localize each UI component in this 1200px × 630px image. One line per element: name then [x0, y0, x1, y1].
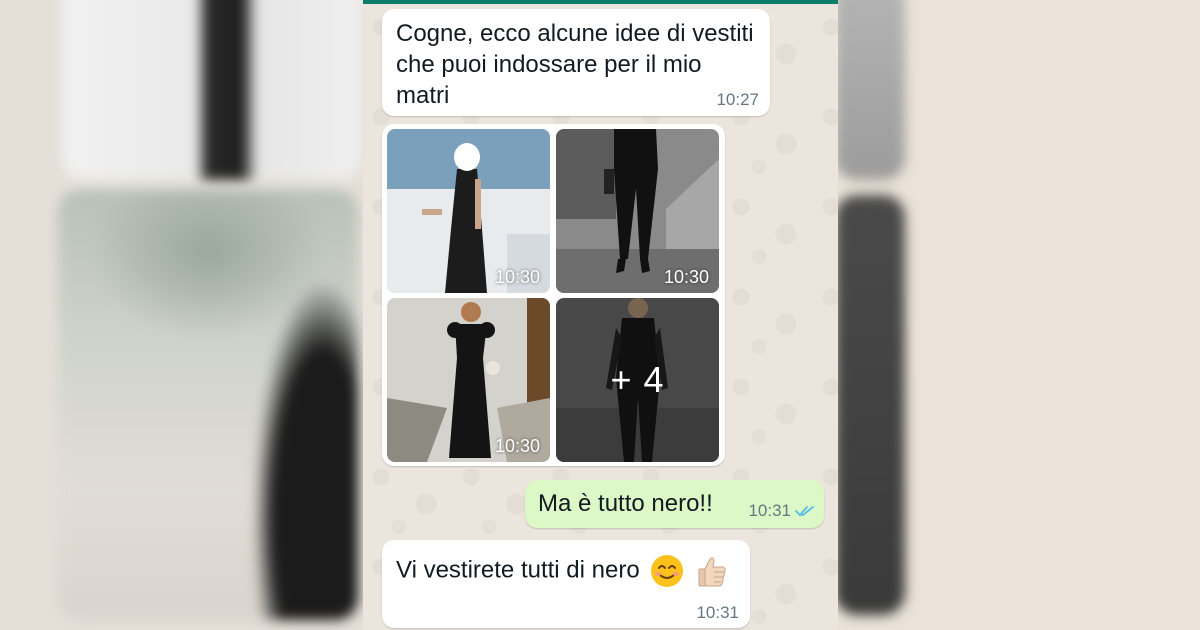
- message-time: 10:31: [748, 501, 791, 520]
- blurred-photo-top-left: [62, 0, 362, 180]
- blurred-photo-left: [58, 190, 358, 620]
- media-time: 10:30: [494, 267, 540, 287]
- read-receipt-double-check-icon: [795, 506, 814, 517]
- incoming-message-bubble[interactable]: Vi vestirete tutti di nero 10:31: [382, 540, 750, 628]
- message-text: Ma è tutto nero!!: [538, 490, 713, 517]
- message-time: 10:31: [696, 603, 739, 622]
- message-text-line: Vi vestirete tutti di nero: [396, 554, 729, 588]
- media-tile-more[interactable]: + 4: [556, 298, 719, 462]
- header-accent-strip: [363, 0, 838, 4]
- more-media-count: + 4: [556, 298, 719, 462]
- thumbs-up-icon: [698, 557, 726, 587]
- message-text: Cogne, ecco alcune idee di vestiti che p…: [396, 20, 754, 109]
- blurred-photo-right: [835, 195, 905, 615]
- incoming-message-bubble[interactable]: Cogne, ecco alcune idee di vestiti che p…: [382, 9, 770, 116]
- outgoing-message-bubble[interactable]: Ma è tutto nero!! 10:31: [525, 480, 824, 528]
- media-time: 10:30: [494, 436, 540, 456]
- media-time: 10:30: [663, 267, 709, 287]
- media-tile-trousers[interactable]: 10:30: [556, 129, 719, 293]
- chat-conversation[interactable]: Cogne, ecco alcune idee di vestiti che p…: [363, 0, 838, 630]
- media-album-bubble[interactable]: 10:30 10:30 10:30 + 4: [382, 124, 725, 466]
- blurred-photo-top-right: [835, 0, 905, 180]
- media-tile-long-dress[interactable]: 10:30: [387, 298, 550, 462]
- message-text: Vi vestirete tutti di nero: [396, 556, 640, 584]
- message-time: 10:27: [716, 90, 759, 109]
- smiling-face-icon: [651, 555, 684, 587]
- media-tile-dress[interactable]: 10:30: [387, 129, 550, 293]
